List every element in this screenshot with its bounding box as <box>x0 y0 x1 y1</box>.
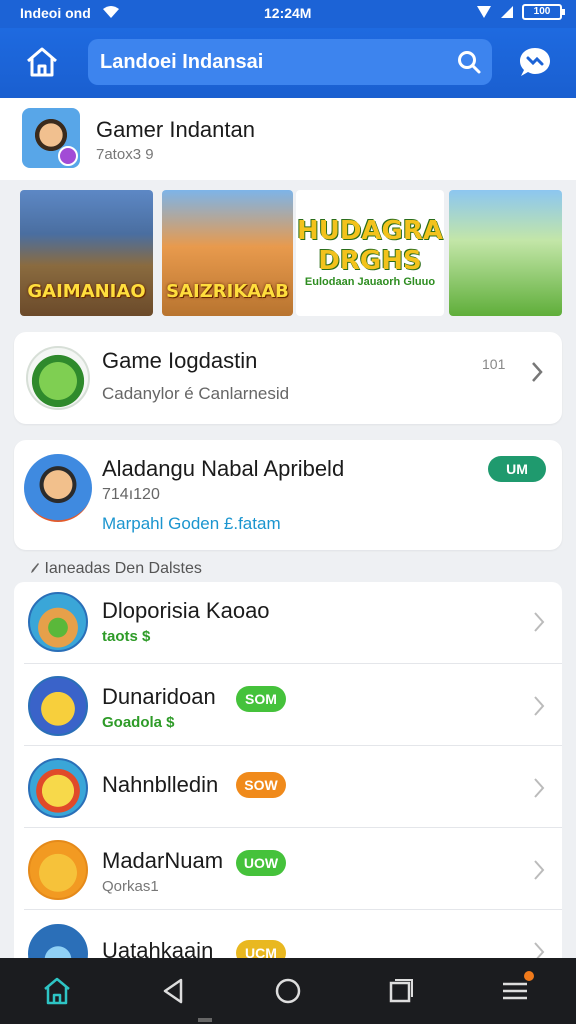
chat-icon[interactable] <box>516 43 554 81</box>
home-icon[interactable] <box>40 974 74 1008</box>
list-item-subtitle: Qorkas1 <box>102 878 159 895</box>
carrier-text: Indeoi ond <box>20 5 91 21</box>
list-item-title: Dloporisia Kaoao <box>102 598 270 623</box>
badge-label: SOM <box>245 691 277 707</box>
list-item[interactable]: Dunaridoan Goadola $ SOM <box>14 664 562 746</box>
app-card-meta: 714ı120 <box>102 486 160 503</box>
signal-icon <box>477 6 491 18</box>
banner-label: SAIZRIKAAB <box>166 281 289 302</box>
search-query: Landoei Indansai <box>100 51 264 73</box>
list-item[interactable]: Nahnblledin SOW <box>14 746 562 828</box>
chevron-right-icon[interactable] <box>532 694 546 718</box>
chevron-right-icon[interactable] <box>530 360 544 384</box>
game-card[interactable]: Game Iogdastin Cadanylor é Canlarnesid 1… <box>14 332 562 424</box>
recents-icon[interactable] <box>384 974 418 1008</box>
profile-name: Gamer Indantan <box>96 117 255 142</box>
list-item[interactable]: Dloporisia Kaoao taots $ <box>14 582 562 664</box>
avatar[interactable] <box>22 108 80 168</box>
badge-label: SOW <box>244 777 278 793</box>
app-card-title: Aladangu Nabal Apribeld <box>102 456 345 481</box>
game-banner[interactable]: SAIZRIKAAB <box>162 190 293 316</box>
banner-tagline: Eulodaan Jauaorh Gluuo <box>304 276 436 288</box>
section-label: Ianeadas Den Dalstes <box>30 560 202 578</box>
menu-button[interactable] <box>498 971 534 1008</box>
badge-icon <box>58 146 78 166</box>
game-list: Dloporisia Kaoao taots $ Dunaridoan Goad… <box>14 582 562 962</box>
banner-label: GAIMANIAO <box>27 281 146 302</box>
home-icon[interactable] <box>22 44 62 80</box>
chevron-right-icon[interactable] <box>532 610 546 634</box>
home-indicator <box>198 1018 212 1022</box>
list-item[interactable]: Uatahkaain UCM <box>14 910 562 962</box>
list-item-title: Dunaridoan <box>102 684 216 709</box>
status-bar: Indeoi ond 12:24M 100 <box>0 0 576 28</box>
list-item-subtitle: Goadola $ <box>102 714 175 731</box>
battery-icon: 100 <box>522 4 565 20</box>
badge-label: UM <box>506 461 528 477</box>
banner-logo-text: HUDAGRA DRGHS <box>296 216 444 276</box>
notification-dot <box>524 971 534 981</box>
game-banner[interactable] <box>449 190 562 316</box>
app-card[interactable]: Aladangu Nabal Apribeld 714ı120 Marpahl … <box>14 440 562 550</box>
list-item[interactable]: MadarNuam Qorkas1 UOW <box>14 828 562 910</box>
search-icon[interactable] <box>456 49 482 75</box>
game-card-count: 101 <box>482 356 506 372</box>
list-item-badge: SOW <box>236 772 286 798</box>
profile-header[interactable]: Gamer Indantan 7atox3 9 <box>0 98 576 180</box>
game-banner[interactable]: HUDAGRA DRGHS Eulodaan Jauaorh Gluuo <box>296 190 444 316</box>
app-status-badge[interactable]: UM <box>488 456 546 482</box>
list-item-avatar <box>28 840 88 900</box>
chevron-right-icon[interactable] <box>532 776 546 800</box>
game-banner[interactable]: GAIMANIAO <box>20 190 153 316</box>
list-item-avatar <box>28 676 88 736</box>
list-item-avatar <box>28 924 88 962</box>
bottom-navigation <box>0 958 576 1024</box>
list-item-avatar <box>28 592 88 652</box>
list-item-badge: UOW <box>236 850 286 876</box>
app-avatar <box>24 454 92 522</box>
profile-subtitle: 7atox3 9 <box>96 146 154 163</box>
network-icon <box>501 6 513 18</box>
wifi-icon <box>103 6 119 18</box>
clock: 12:24M <box>264 5 312 21</box>
list-item-subtitle: taots $ <box>102 628 151 645</box>
section-label-text: Ianeadas Den Dalstes <box>44 560 202 577</box>
game-card-title: Game Iogdastin <box>102 348 258 373</box>
badge-label: UOW <box>243 855 279 871</box>
list-item-title: MadarNuam <box>102 848 224 873</box>
pencil-icon <box>31 563 39 573</box>
chevron-right-icon[interactable] <box>532 858 546 882</box>
banner-carousel: GAIMANIAO SAIZRIKAAB HUDAGRA DRGHS Eulod… <box>0 180 576 324</box>
game-avatar <box>26 346 90 410</box>
list-item-title: Nahnblledin <box>102 772 219 797</box>
app-card-link[interactable]: Marpahl Goden £.fatam <box>102 514 281 534</box>
list-item-avatar <box>28 758 88 818</box>
search-input[interactable]: Landoei Indansai <box>88 39 492 85</box>
game-card-subtitle: Cadanylor é Canlarnesid <box>102 384 290 403</box>
list-item-badge: SOM <box>236 686 286 712</box>
app-bar: Landoei Indansai <box>0 28 576 98</box>
circle-home-icon[interactable] <box>271 974 305 1008</box>
back-icon[interactable] <box>156 974 190 1008</box>
